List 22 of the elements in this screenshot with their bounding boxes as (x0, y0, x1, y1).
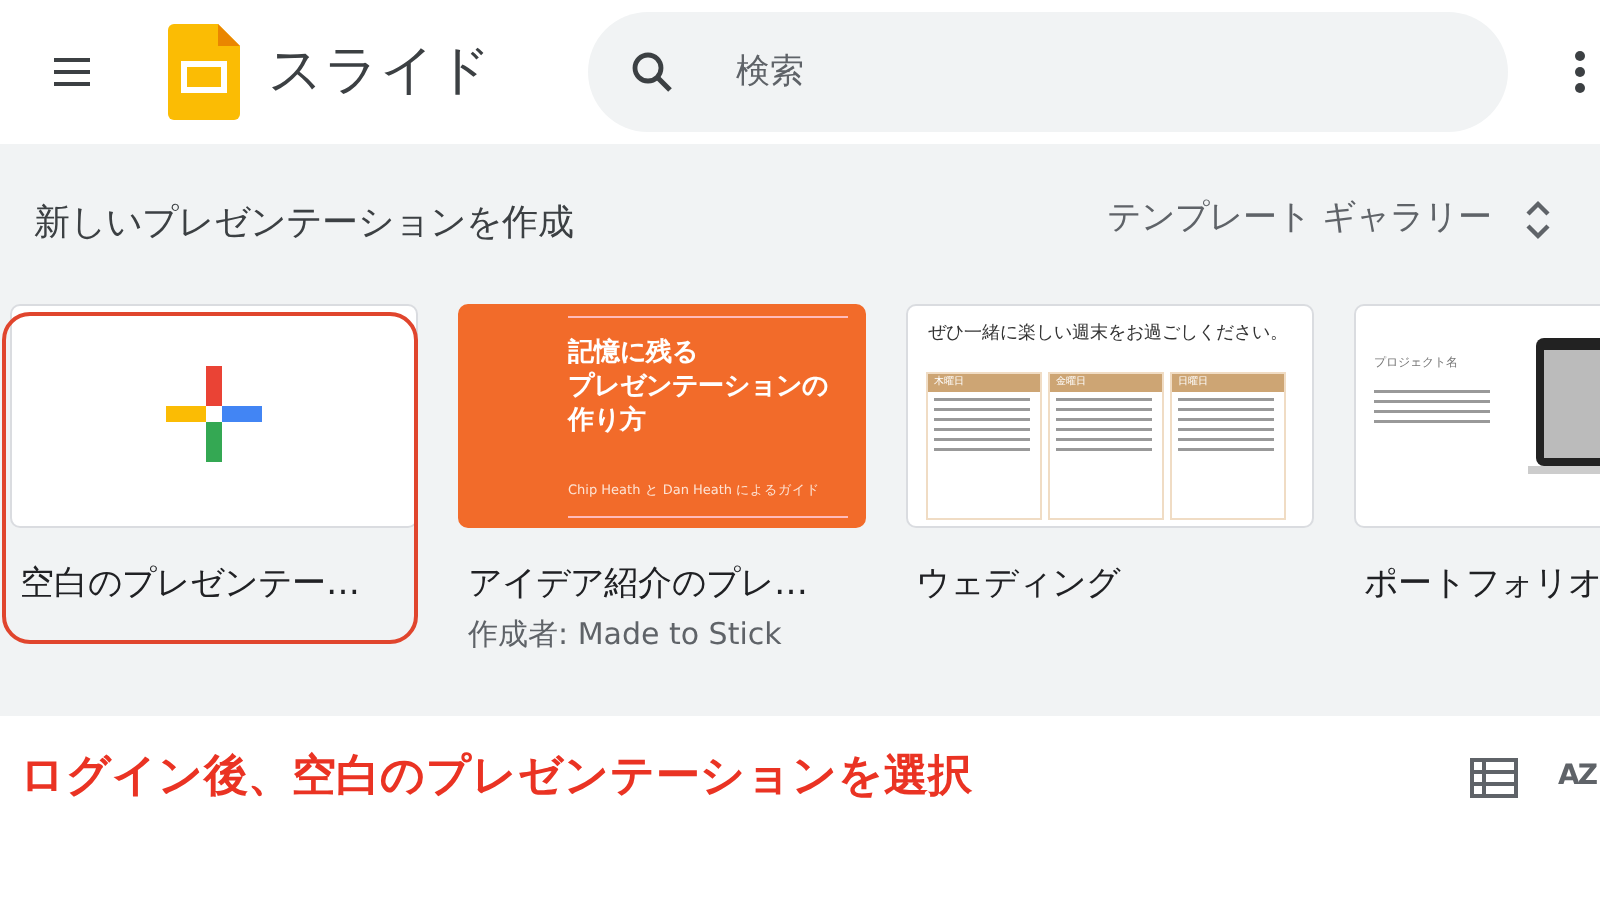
template-name: ポートフォリオ (1364, 562, 1600, 608)
plus-icon (166, 366, 262, 462)
template-author: 作成者: Made to Stick (468, 613, 784, 655)
thumbnail-title-line: プレゼンテーションの (568, 371, 828, 405)
slides-logo-icon (168, 24, 240, 120)
app-title: スライド (268, 37, 492, 106)
template-name: アイデア紹介のプレ… (468, 562, 810, 608)
search-field[interactable]: 検索 (588, 12, 1508, 132)
section-title: 新しいプレゼンテーションを作成 (32, 200, 574, 248)
thumbnail-title-line: 記憶に残る (568, 338, 700, 371)
thumbnail-title: ぜひ一緒に楽しい週末をお過ごしください。 (928, 322, 1288, 348)
sort-button[interactable]: AZ (1558, 755, 1596, 797)
template-name: ウェディング (916, 562, 1123, 608)
thumbnail-title-line: 作り方 (568, 405, 648, 440)
annotation-text: ログイン後、空白のプレゼンテーションを選択 (18, 749, 972, 805)
search-icon (628, 48, 676, 96)
expand-icon (1524, 197, 1552, 242)
template-gallery-button[interactable]: テンプレート ギャラリー (1095, 192, 1564, 247)
more-icon[interactable] (1572, 48, 1588, 97)
template-name: 空白のプレゼンテー… (20, 562, 362, 608)
template-thumbnail[interactable] (10, 304, 418, 528)
list-view-button[interactable] (1470, 752, 1518, 800)
